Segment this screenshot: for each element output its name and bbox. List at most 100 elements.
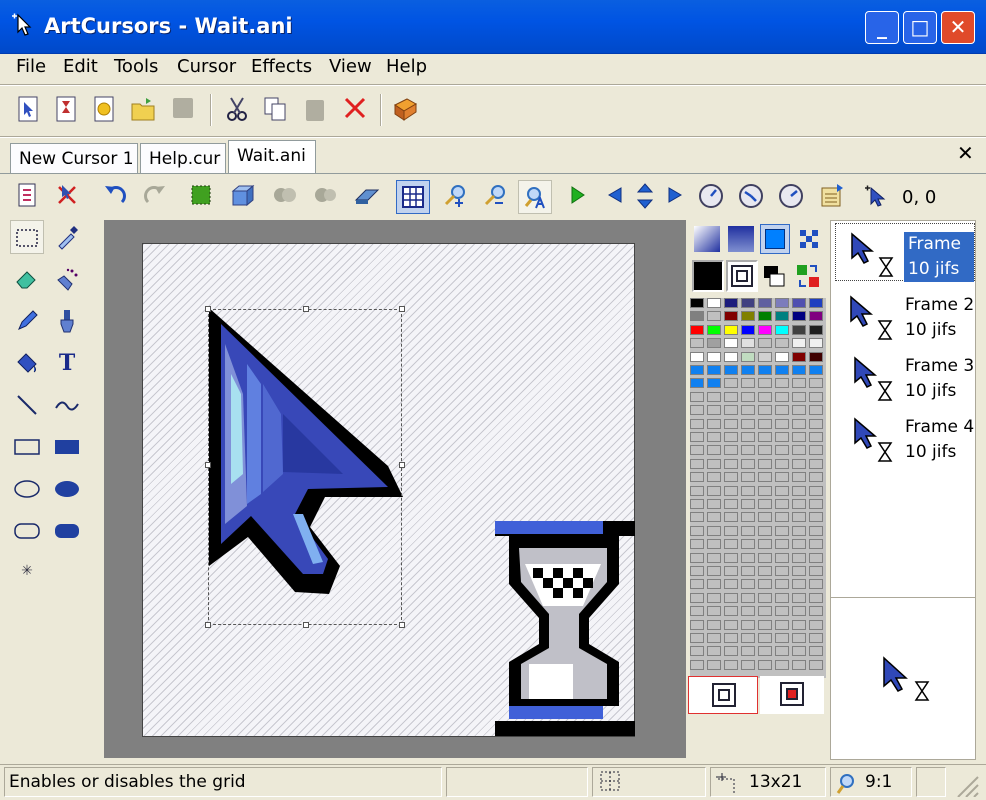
palette-swatch[interactable] <box>707 512 721 523</box>
palette-swatch[interactable] <box>707 619 721 630</box>
palette-swatch[interactable] <box>707 525 721 536</box>
palette-swatch[interactable] <box>758 512 772 523</box>
palette-swatch[interactable] <box>707 405 721 416</box>
palette-swatch[interactable] <box>792 432 806 442</box>
swap-colors-icon[interactable] <box>794 262 822 290</box>
palette-swatch[interactable] <box>690 311 704 322</box>
palette-swatch[interactable] <box>792 633 806 643</box>
palette-swatch[interactable] <box>775 512 789 523</box>
palette-swatch[interactable] <box>741 566 755 576</box>
palette-swatch[interactable] <box>724 338 738 349</box>
palette-swatch[interactable] <box>758 539 772 550</box>
rotate-angle-icon[interactable] <box>776 182 806 212</box>
selection-handle[interactable] <box>205 306 211 312</box>
palette-swatch[interactable] <box>792 659 806 670</box>
menu-file[interactable]: File <box>16 56 46 80</box>
rectangle-tool-icon[interactable] <box>10 430 44 464</box>
palette-swatch[interactable] <box>809 552 823 563</box>
palette-swatch[interactable] <box>690 539 704 550</box>
palette-swatch[interactable] <box>690 445 704 456</box>
palette-swatch[interactable] <box>690 298 704 308</box>
palette-swatch[interactable] <box>809 458 823 469</box>
palette-swatch[interactable] <box>690 432 704 442</box>
palette-swatch[interactable] <box>775 324 789 335</box>
palette-swatch[interactable] <box>809 566 823 576</box>
palette-swatch[interactable] <box>775 365 789 375</box>
palette-swatch[interactable] <box>775 458 789 469</box>
palette-swatch[interactable] <box>741 552 755 563</box>
grid-toggle-button[interactable] <box>396 180 430 214</box>
palette-swatch[interactable] <box>707 646 721 657</box>
palette-swatch[interactable] <box>741 592 755 603</box>
palette-swatch[interactable] <box>741 458 755 469</box>
solid-fill-button[interactable] <box>760 224 790 254</box>
palette-swatch[interactable] <box>775 338 789 349</box>
palette-swatch[interactable] <box>690 619 704 630</box>
move-left-icon[interactable] <box>600 182 630 212</box>
palette-swatch[interactable] <box>809 351 823 362</box>
palette-swatch[interactable] <box>707 659 721 670</box>
palette-swatch[interactable] <box>792 391 806 402</box>
copy-icon[interactable] <box>260 95 290 125</box>
eraser-tool-icon[interactable] <box>10 262 44 296</box>
palette-swatch[interactable] <box>792 472 806 483</box>
palette-swatch[interactable] <box>792 405 806 416</box>
palette-swatch[interactable] <box>707 472 721 483</box>
palette-swatch[interactable] <box>724 405 738 416</box>
palette-swatch[interactable] <box>707 311 721 322</box>
palette-swatch[interactable] <box>775 619 789 630</box>
palette-swatch[interactable] <box>724 539 738 550</box>
palette-swatch[interactable] <box>758 418 772 429</box>
palette-swatch[interactable] <box>707 298 721 308</box>
curve-tool-icon[interactable] <box>50 388 84 422</box>
palette-swatch[interactable] <box>724 324 738 335</box>
palette-swatch[interactable] <box>724 445 738 456</box>
menu-cursor[interactable]: Cursor <box>177 56 236 80</box>
palette-swatch[interactable] <box>707 592 721 603</box>
palette-swatch[interactable] <box>724 351 738 362</box>
palette-swatch[interactable] <box>809 405 823 416</box>
palette-swatch[interactable] <box>775 418 789 429</box>
left-mouse-color[interactable] <box>688 676 758 714</box>
palette-swatch[interactable] <box>792 418 806 429</box>
palette-swatch[interactable] <box>707 324 721 335</box>
palette-swatch[interactable] <box>792 378 806 389</box>
delete-icon[interactable] <box>340 95 370 125</box>
select-all-icon[interactable] <box>186 182 216 212</box>
palette-swatch[interactable] <box>792 566 806 576</box>
palette-swatch[interactable] <box>758 338 772 349</box>
palette-swatch[interactable] <box>707 338 721 349</box>
default-colors-icon[interactable] <box>760 262 788 290</box>
selection-handle[interactable] <box>399 306 405 312</box>
palette-swatch[interactable] <box>758 525 772 536</box>
palette-swatch[interactable] <box>775 659 789 670</box>
palette-swatch[interactable] <box>792 606 806 617</box>
palette-swatch[interactable] <box>741 485 755 496</box>
palette-swatch[interactable] <box>707 391 721 402</box>
palette-swatch[interactable] <box>690 579 704 590</box>
palette-swatch[interactable] <box>758 485 772 496</box>
palette-swatch[interactable] <box>707 365 721 375</box>
palette-swatch[interactable] <box>724 659 738 670</box>
palette-swatch[interactable] <box>741 324 755 335</box>
palette-swatch[interactable] <box>758 311 772 322</box>
palette-swatch[interactable] <box>758 298 772 308</box>
palette-swatch[interactable] <box>792 298 806 308</box>
palette-swatch[interactable] <box>775 432 789 442</box>
tab-wait-ani[interactable]: Wait.ani <box>228 140 316 174</box>
palette-swatch[interactable] <box>724 512 738 523</box>
palette-swatch[interactable] <box>707 606 721 617</box>
palette-swatch[interactable] <box>741 633 755 643</box>
palette-swatch[interactable] <box>775 646 789 657</box>
palette-swatch[interactable] <box>809 338 823 349</box>
palette-swatch[interactable] <box>775 485 789 496</box>
move-right-icon[interactable] <box>660 182 690 212</box>
palette-swatch[interactable] <box>792 351 806 362</box>
palette-swatch[interactable] <box>775 378 789 389</box>
palette-swatch[interactable] <box>809 378 823 389</box>
palette-swatch[interactable] <box>724 619 738 630</box>
palette-swatch[interactable] <box>707 566 721 576</box>
palette-swatch[interactable] <box>724 646 738 657</box>
screen-color-swatch[interactable] <box>726 260 758 292</box>
palette-swatch[interactable] <box>690 378 704 389</box>
